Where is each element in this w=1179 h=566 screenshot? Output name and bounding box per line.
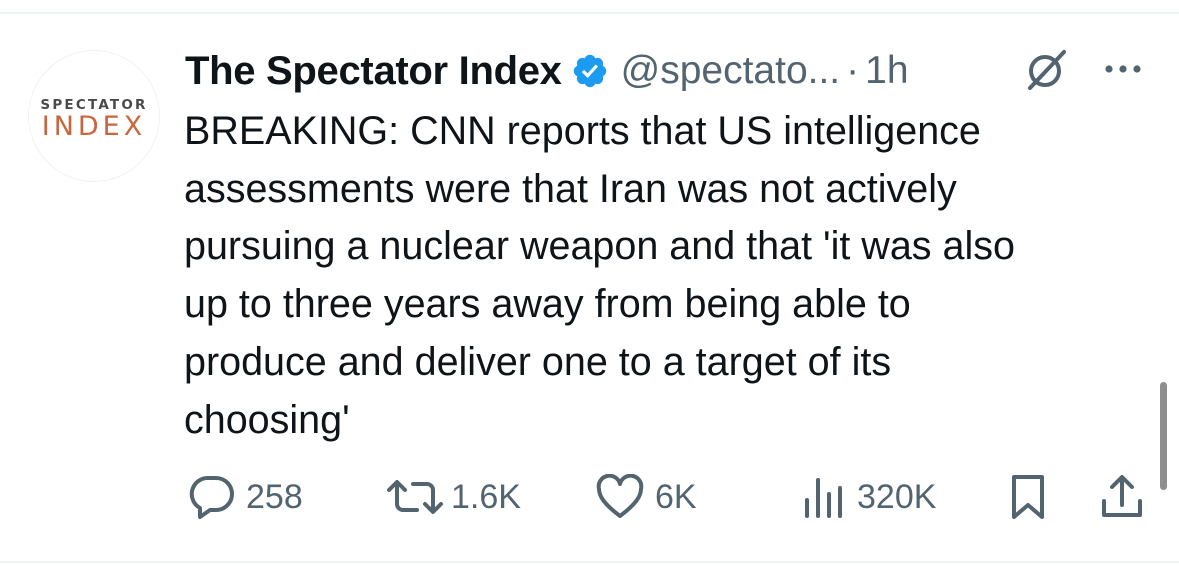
verified-badge-icon xyxy=(571,52,609,90)
grok-icon[interactable] xyxy=(1020,44,1072,96)
reply-button[interactable]: 258 xyxy=(188,472,303,522)
timestamp[interactable]: 1h xyxy=(865,49,908,93)
share-button[interactable] xyxy=(1098,472,1146,522)
like-button[interactable]: 6K xyxy=(595,472,697,522)
views-chart-icon xyxy=(799,474,847,520)
bookmark-icon xyxy=(1006,473,1050,521)
repost-count: 1.6K xyxy=(451,477,521,516)
top-divider xyxy=(0,12,1179,14)
repost-icon xyxy=(385,474,445,520)
display-name[interactable]: The Spectator Index xyxy=(185,49,562,94)
heart-icon xyxy=(595,474,645,520)
scrollbar[interactable] xyxy=(1160,382,1167,490)
like-count: 6K xyxy=(655,477,697,516)
repost-button[interactable]: 1.6K xyxy=(385,472,521,522)
views-button[interactable]: 320K xyxy=(799,472,936,522)
more-icon[interactable] xyxy=(1099,52,1149,86)
reply-icon xyxy=(188,474,236,520)
tweet-header: The Spectator Index @spectato... · 1h xyxy=(185,46,909,96)
share-icon xyxy=(1098,473,1146,521)
reply-count: 258 xyxy=(246,477,303,516)
avatar-logo-line2: INDEX xyxy=(41,111,147,142)
avatar[interactable]: SPECTATOR INDEX xyxy=(28,50,160,182)
bookmark-button[interactable] xyxy=(1006,472,1050,522)
separator-dot: · xyxy=(846,49,860,92)
views-count: 320K xyxy=(857,477,937,516)
handle[interactable]: @spectato... xyxy=(621,49,841,93)
tweet-text: BREAKING: CNN reports that US intelligen… xyxy=(184,109,1015,442)
bottom-divider xyxy=(0,561,1179,563)
